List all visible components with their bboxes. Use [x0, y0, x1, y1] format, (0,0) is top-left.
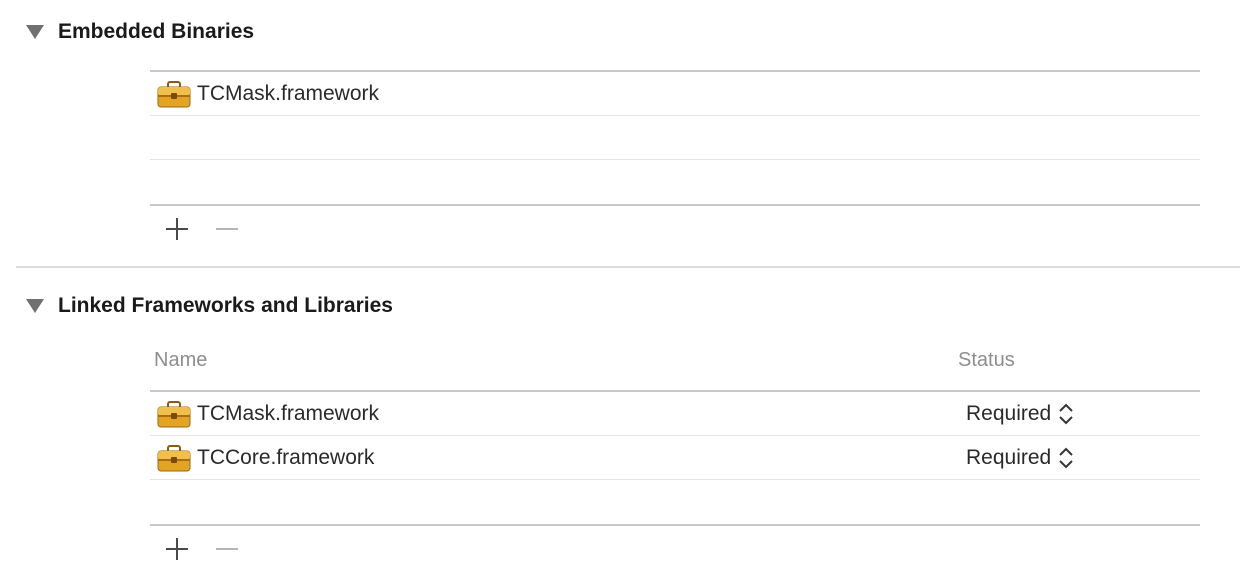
toolbox-framework-icon	[157, 401, 191, 428]
linked-frameworks-title: Linked Frameworks and Libraries	[58, 294, 393, 317]
section-separator	[16, 266, 1240, 268]
remove-framework-button[interactable]	[213, 535, 241, 563]
column-header-status[interactable]: Status	[958, 347, 1015, 373]
chevron-up-down-icon	[1059, 403, 1073, 425]
toolbox-framework-icon	[157, 445, 191, 472]
embedded-item-name: TCMask.framework	[197, 82, 380, 105]
column-header-name[interactable]: Name	[154, 347, 207, 373]
toolbox-framework-icon	[157, 81, 191, 108]
add-framework-button[interactable]	[163, 535, 191, 563]
add-embedded-binary-button[interactable]	[163, 215, 191, 243]
embedded-binaries-title: Embedded Binaries	[58, 20, 255, 43]
chevron-up-down-icon	[1059, 447, 1073, 469]
status-value: Required	[966, 446, 1052, 469]
framework-name: TCMask.framework	[197, 402, 380, 425]
linked-frameworks-disclosure-icon[interactable]	[26, 299, 44, 313]
remove-embedded-binary-button[interactable]	[213, 215, 241, 243]
row-divider	[150, 479, 1200, 480]
status-popup-button[interactable]: Required	[966, 443, 1074, 473]
row-divider	[150, 159, 1200, 160]
status-value: Required	[966, 402, 1052, 425]
framework-name: TCCore.framework	[197, 446, 375, 469]
row-divider	[150, 115, 1200, 116]
table-bottom-border	[150, 204, 1200, 206]
embedded-binaries-disclosure-icon[interactable]	[26, 25, 44, 39]
table-bottom-border	[150, 524, 1200, 526]
status-popup-button[interactable]: Required	[966, 399, 1074, 429]
